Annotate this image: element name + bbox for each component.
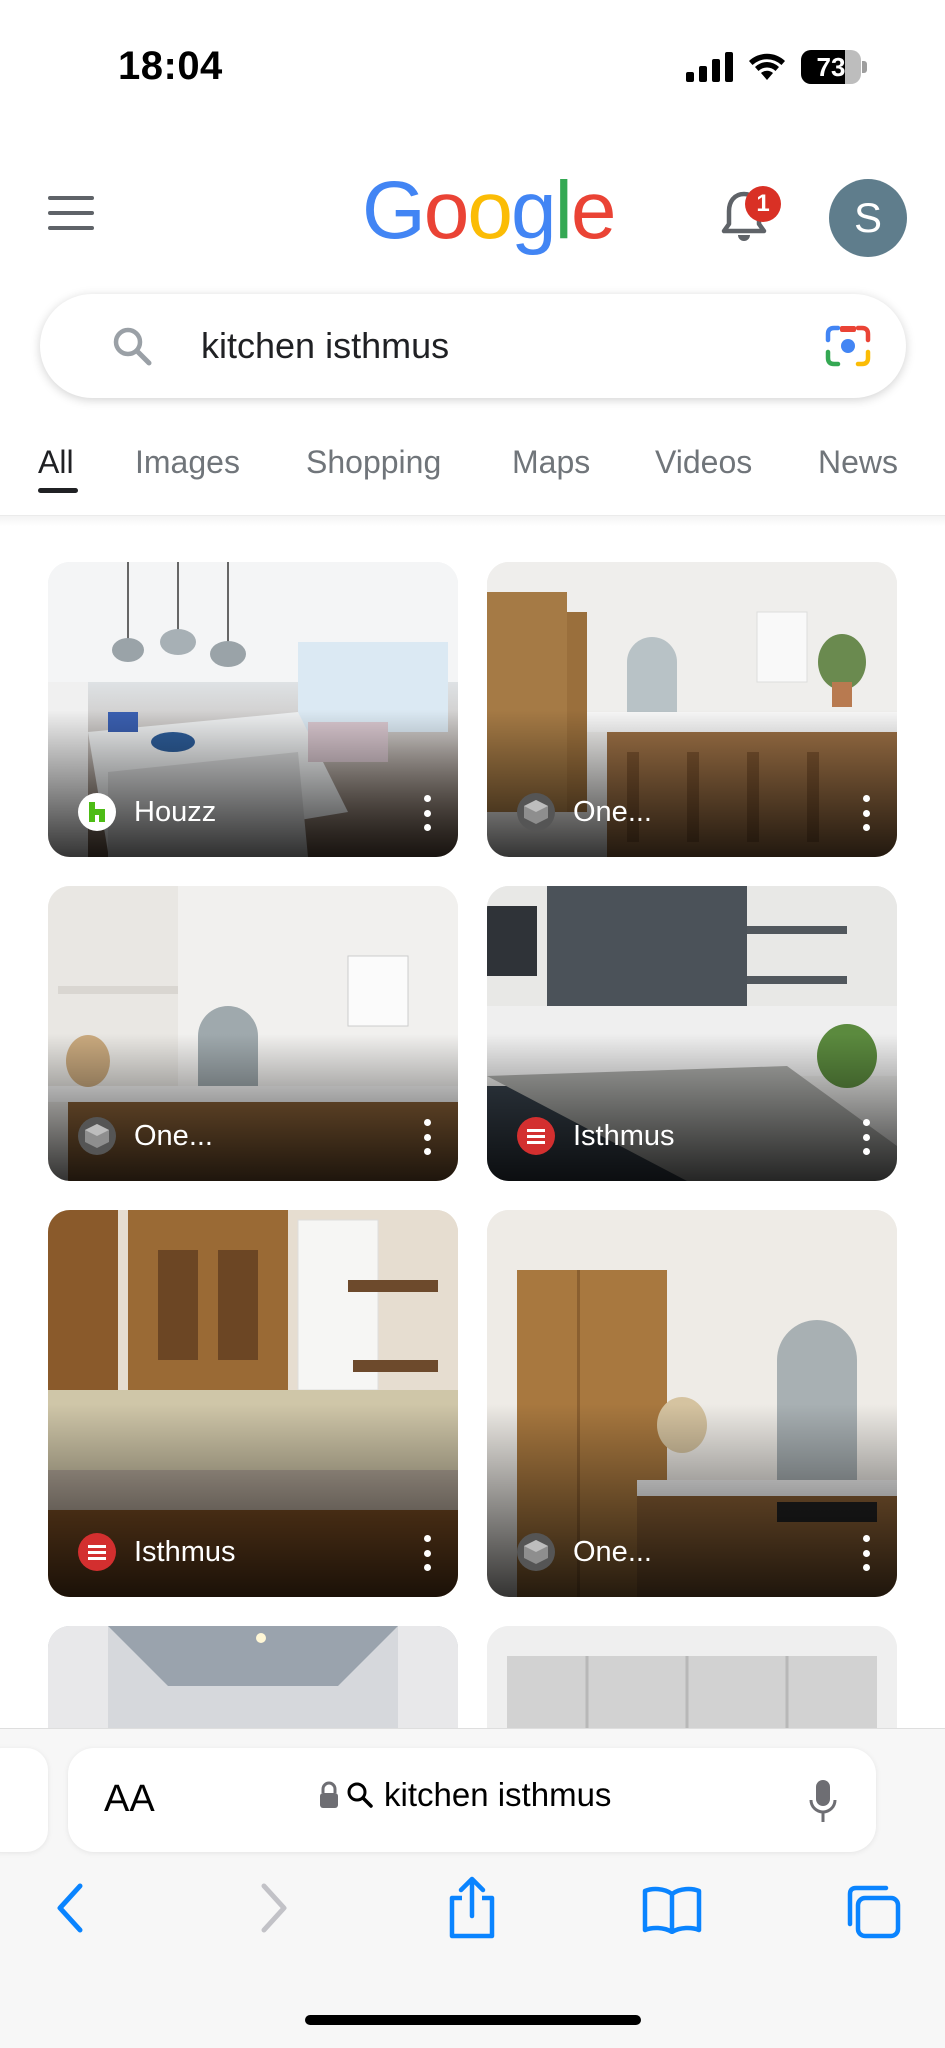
more-options-icon[interactable] [422,795,432,831]
tab-news[interactable]: News [818,444,898,481]
url-text[interactable]: kitchen isthmus [384,1776,611,1814]
forward-arrow-icon[interactable] [256,1880,292,1936]
image-result[interactable]: Isthmus [48,1210,458,1597]
tab-images[interactable]: Images [135,444,240,481]
share-icon[interactable] [446,1876,498,1940]
image-result[interactable]: One... [48,886,458,1181]
cellular-signal-icon [686,52,733,82]
search-icon [347,1782,373,1808]
google-logo[interactable]: Google [362,170,616,252]
image-result[interactable]: One... [487,1210,897,1597]
site-logo-icon [517,793,555,831]
image-result[interactable]: One... [487,562,897,857]
search-icon [113,327,152,366]
result-source: Houzz [78,793,216,831]
notification-badge: 1 [745,186,781,222]
houzz-logo-icon [78,793,116,831]
bookmarks-icon[interactable] [642,1886,702,1934]
wifi-icon [749,53,785,80]
result-source: Isthmus [78,1533,236,1571]
status-bar: 18:04 73 [0,0,945,120]
site-logo-icon [517,1533,555,1571]
isthmus-logo-icon [517,1117,555,1155]
text-size-button[interactable]: AA [104,1778,155,1821]
lock-icon [320,1781,338,1808]
menu-icon[interactable] [48,196,94,230]
site-logo-icon [78,1117,116,1155]
previous-tab-peek[interactable] [0,1748,48,1852]
result-source: One... [517,793,652,831]
tab-videos[interactable]: Videos [655,444,752,481]
more-options-icon[interactable] [861,1119,871,1155]
status-icons: 73 [686,50,867,84]
result-source: One... [517,1533,652,1571]
google-lens-icon[interactable] [824,324,872,368]
microphone-icon[interactable] [808,1778,838,1826]
image-result[interactable]: Houzz [48,562,458,857]
search-query[interactable]: kitchen isthmus [201,294,449,398]
active-tab-indicator [38,488,78,493]
more-options-icon[interactable] [422,1119,432,1155]
result-source: One... [78,1117,213,1155]
more-options-icon[interactable] [861,795,871,831]
more-options-icon[interactable] [422,1535,432,1571]
back-arrow-icon[interactable] [52,1880,88,1936]
address-bar-content[interactable]: kitchen isthmus [318,1776,611,1814]
account-avatar[interactable]: S [829,179,907,257]
result-source: Isthmus [517,1117,675,1155]
image-result[interactable]: Isthmus [487,886,897,1181]
more-options-icon[interactable] [861,1535,871,1571]
battery-percent: 73 [816,52,846,82]
tabs-icon[interactable] [844,1884,902,1940]
tab-shopping[interactable]: Shopping [306,444,441,481]
status-time: 18:04 [118,44,223,88]
search-box[interactable]: kitchen isthmus [40,294,906,398]
tab-all[interactable]: All [38,444,74,481]
battery-indicator: 73 [801,50,867,84]
search-tabs: All Images Shopping Maps Videos News [0,430,945,516]
tab-maps[interactable]: Maps [512,444,590,481]
home-indicator[interactable] [305,2015,641,2025]
isthmus-logo-icon [78,1533,116,1571]
